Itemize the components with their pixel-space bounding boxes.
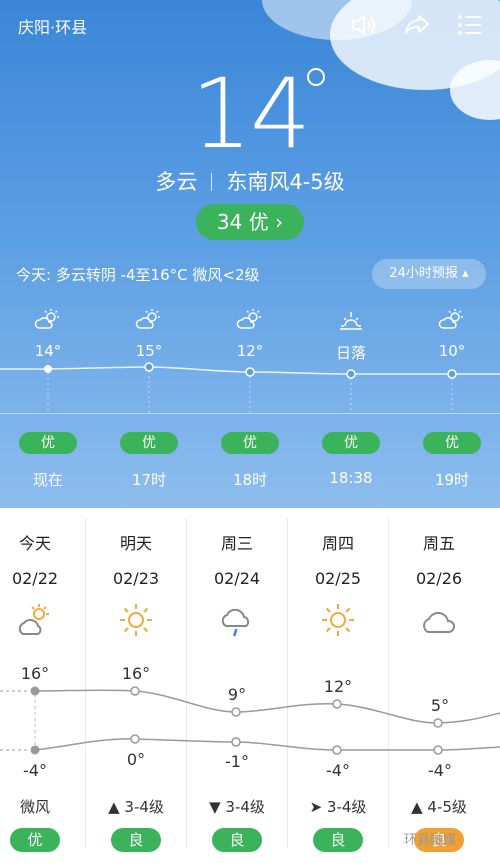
partly-cloudy-icon: [18, 604, 49, 635]
partly-cloudy-icon: [438, 309, 463, 329]
hourly-temperature-line: [0, 362, 500, 413]
hourly-item: 12°: [210, 308, 290, 360]
daily-wind: ▼ 3-4级: [209, 798, 265, 816]
cloudy-icon: [423, 611, 455, 633]
hourly-time: 18:38: [329, 469, 373, 487]
forecast-24h-button[interactable]: 24小时预报 ▴: [372, 259, 486, 289]
day-name: 周四: [321, 534, 354, 553]
daily-quality-badge: 良: [212, 828, 262, 852]
high-temp: 5°: [430, 696, 450, 715]
low-temp: -4°: [326, 761, 350, 780]
daily-column[interactable]: 周三 02/24: [187, 530, 287, 588]
low-temp: -1°: [225, 752, 249, 771]
partly-cloudy-icon: [34, 309, 59, 329]
day-date: 02/24: [213, 569, 261, 588]
hourly-quality-badge: 优: [221, 432, 279, 454]
hourly-temp: 10°: [438, 342, 466, 360]
hourly-quality-badge: 优: [120, 432, 178, 454]
daily-wind: ▲ 3-4级: [108, 798, 164, 816]
current-temperature: 14: [190, 58, 311, 170]
partly-cloudy-icon: [236, 309, 261, 329]
menu-icon[interactable]: [455, 10, 485, 40]
daily-quality-badge: 良: [111, 828, 161, 852]
high-temp: 12°: [323, 677, 353, 696]
day-name: 明天: [119, 534, 152, 553]
sunny-icon: [120, 604, 152, 636]
daily-wind: ▲ 4-5级: [411, 798, 467, 816]
day-name: 今天: [18, 534, 51, 553]
hourly-item: 14°: [8, 308, 88, 360]
low-temp: 0°: [126, 750, 146, 769]
day-date: 02/26: [415, 569, 463, 588]
partly-cloudy-icon: [135, 309, 160, 329]
aqi-button[interactable]: 34 优 ›: [196, 204, 304, 240]
hourly-time: 现在: [32, 471, 63, 489]
speaker-icon[interactable]: [348, 10, 378, 40]
hourly-temp: 12°: [236, 342, 264, 360]
high-temp: 9°: [227, 685, 247, 704]
separator: [211, 173, 213, 191]
current-condition-line: 多云 东南风4-5级: [0, 166, 500, 196]
day-date: 02/22: [11, 569, 59, 588]
day-date: 02/25: [314, 569, 362, 588]
daily-wind: 微风: [19, 798, 50, 816]
hourly-time: 17时: [131, 471, 167, 489]
low-temp: -4°: [428, 761, 452, 780]
hourly-quality-badge: 优: [423, 432, 481, 454]
daily-column[interactable]: 明天 02/23: [86, 530, 186, 588]
hourly-time: 18时: [232, 471, 268, 489]
share-icon[interactable]: [402, 10, 432, 40]
degree-symbol: [307, 68, 325, 86]
day-date: 02/23: [112, 569, 160, 588]
hourly-temp: 日落: [335, 344, 366, 362]
wind-text: 东南风4-5级: [226, 170, 345, 194]
hourly-item: 15°: [109, 308, 189, 360]
current-weather-panel: 庆阳·环县 14 多云 东南风4-5级 34 优 › 今天: 多云转阴 -4至16…: [0, 0, 500, 508]
hourly-item: 10°: [412, 308, 492, 360]
day-name: 周五: [422, 534, 455, 553]
today-summary: 今天: 多云转阴 -4至16°C 微风<2级: [16, 266, 260, 284]
day-name: 周三: [220, 534, 253, 553]
sunset-icon: [340, 312, 362, 330]
hourly-temp: 15°: [135, 342, 163, 360]
high-temp: 16°: [20, 664, 50, 683]
daily-column[interactable]: 今天 02/22: [0, 530, 85, 588]
daily-quality-badge: 良: [313, 828, 363, 852]
hourly-quality-badge: 优: [322, 432, 380, 454]
light-rain-icon: [221, 608, 250, 637]
high-temp: 16°: [121, 664, 151, 683]
daily-wind: ➤ 3-4级: [309, 798, 367, 816]
daily-quality-badge: 优: [10, 828, 60, 852]
location-label[interactable]: 庆阳·环县: [18, 14, 87, 38]
watermark: 环县融媒: [404, 833, 457, 848]
divider: [0, 413, 500, 414]
hourly-item: 日落: [311, 308, 391, 363]
hourly-quality-badge: 优: [19, 432, 77, 454]
hourly-temp: 14°: [34, 342, 62, 360]
low-temp: -4°: [23, 761, 47, 780]
condition-text: 多云: [155, 170, 198, 194]
sunny-icon: [322, 604, 354, 636]
daily-column[interactable]: 周五 02/26: [389, 530, 489, 588]
hourly-time: 19时: [434, 471, 470, 489]
daily-column[interactable]: 周四 02/25: [288, 530, 388, 588]
